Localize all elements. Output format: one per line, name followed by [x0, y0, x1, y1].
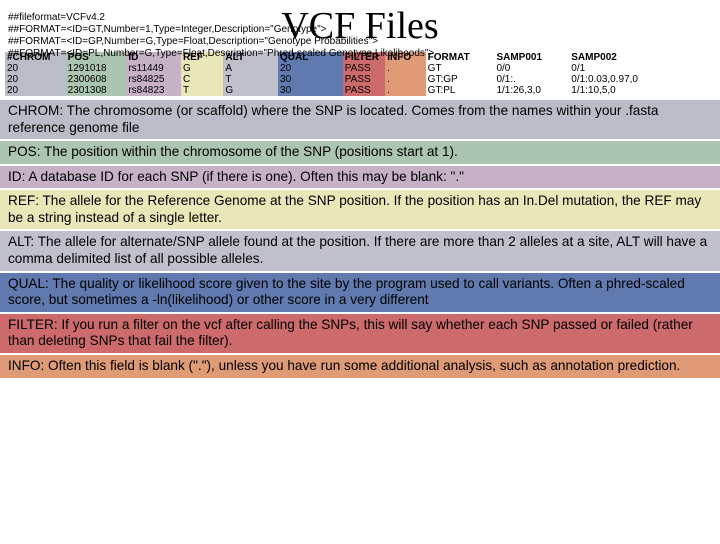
def-alt: ALT: The allele for alternate/SNP allele…	[0, 231, 720, 272]
col-sample2: SAMP002	[569, 52, 715, 63]
cell: 0/1	[569, 63, 715, 74]
cell: 2301308	[66, 85, 127, 96]
cell: 20	[5, 74, 66, 85]
cell: GT	[426, 63, 495, 74]
cell: G	[181, 63, 223, 74]
col-filter: FILTER	[343, 52, 385, 63]
definitions: CHROM: The chromosome (or scaffold) wher…	[0, 100, 720, 380]
def-qual: QUAL: The quality or likelihood score gi…	[0, 273, 720, 314]
def-ref: REF: The allele for the Reference Genome…	[0, 190, 720, 231]
cell: 30	[278, 74, 343, 85]
slide: VCF Files ##fileformat=VCFv4.2 ##FORMAT=…	[0, 4, 720, 544]
cell: G	[223, 85, 278, 96]
cell: C	[181, 74, 223, 85]
def-chrom: CHROM: The chromosome (or scaffold) wher…	[0, 100, 720, 141]
cell: .	[385, 74, 425, 85]
cell: 0/0	[494, 63, 569, 74]
cell: rs11449	[126, 63, 181, 74]
table-row: 20 1291018 rs11449 G A 20 PASS . GT 0/0 …	[5, 63, 715, 74]
meta-line: ##FORMAT=<ID=GP,Number=G,Type=Float,Desc…	[8, 36, 712, 48]
cell: .	[385, 85, 425, 96]
cell: rs84825	[126, 74, 181, 85]
cell: GT:GP	[426, 74, 495, 85]
cell: 0/1:.	[494, 74, 569, 85]
cell: 1/1:10,5,0	[569, 85, 715, 96]
cell: rs84823	[126, 85, 181, 96]
table-row: 20 2300608 rs84825 C T 30 PASS . GT:GP 0…	[5, 74, 715, 85]
cell: .	[385, 63, 425, 74]
cell: T	[223, 74, 278, 85]
table-row: 20 2301308 rs84823 T G 30 PASS . GT:PL 1…	[5, 85, 715, 96]
cell: 2300608	[66, 74, 127, 85]
cell: GT:PL	[426, 85, 495, 96]
cell: 30	[278, 85, 343, 96]
def-id: ID: A database ID for each SNP (if there…	[0, 166, 720, 191]
cell: 1291018	[66, 63, 127, 74]
cell: 20	[5, 63, 66, 74]
cell: PASS	[343, 85, 385, 96]
cell: 20	[5, 85, 66, 96]
col-format: FORMAT	[426, 52, 495, 63]
cell: PASS	[343, 63, 385, 74]
def-info: INFO: Often this field is blank ("."), u…	[0, 355, 720, 380]
def-filter: FILTER: If you run a filter on the vcf a…	[0, 314, 720, 355]
col-sample1: SAMP001	[494, 52, 569, 63]
cell: 1/1:26,3,0	[494, 85, 569, 96]
cell: A	[223, 63, 278, 74]
cell: 0/1:0.03,0.97,0	[569, 74, 715, 85]
cell: T	[181, 85, 223, 96]
cell: PASS	[343, 74, 385, 85]
cell: 20	[278, 63, 343, 74]
def-pos: POS: The position within the chromosome …	[0, 141, 720, 166]
